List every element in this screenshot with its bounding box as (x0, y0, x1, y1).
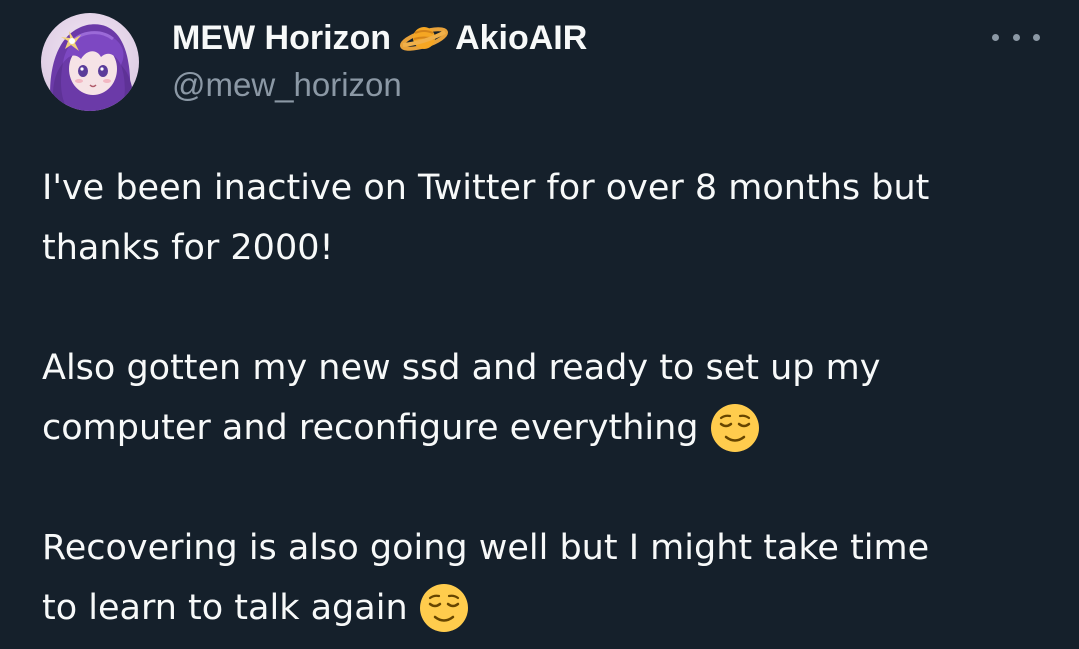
tweet-text-line: thanks for 2000! (42, 228, 334, 268)
tweet-text-line: to learn to talk again (42, 578, 1052, 638)
tweet-text-line: Also gotten my new ssd and ready to set … (42, 348, 881, 388)
tweet-text-line: computer and reconfigure everything (42, 398, 1052, 458)
author-name-suffix[interactable]: AkioAIR (455, 19, 587, 58)
relieved-face-emoji-icon (418, 582, 470, 634)
more-options-icon (1033, 33, 1040, 41)
tweet-text-line: I've been inactive on Twitter for over 8… (42, 168, 930, 208)
author-display-name[interactable]: MEW Horizon (172, 19, 391, 58)
ringed-planet-icon (399, 21, 449, 55)
more-options-icon (1012, 33, 1020, 41)
tweet-text: I've been inactive on Twitter for over 8… (42, 158, 1052, 638)
anime-girl-avatar-icon (41, 13, 139, 111)
more-options-icon (992, 33, 999, 41)
avatar[interactable] (41, 13, 139, 111)
tweet-text-segment: to learn to talk again (42, 588, 408, 628)
more-options-button[interactable] (992, 25, 1040, 49)
author-handle[interactable]: @mew_horizon (172, 66, 402, 104)
tweet-text-line: Recovering is also going well but I migh… (42, 528, 930, 568)
tweet-text-segment: computer and reconfigure everything (42, 408, 699, 448)
tweet-card: MEW Horizon AkioAIR @mew_horizon I've be… (0, 0, 1079, 649)
author-name-row[interactable]: MEW Horizon AkioAIR (172, 16, 587, 60)
relieved-face-emoji-icon (709, 402, 761, 454)
